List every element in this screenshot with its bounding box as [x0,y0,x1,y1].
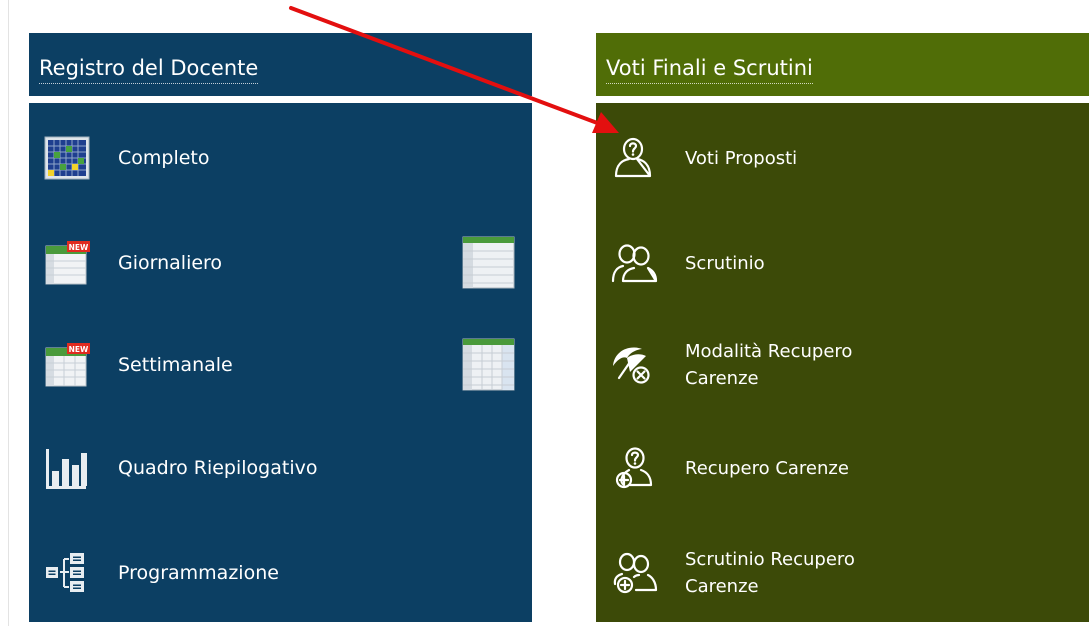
voti-panel-header: Voti Finali e Scrutini [596,33,1089,96]
menu-item-label-line2: Carenze [685,368,759,389]
menu-item-label: Recupero Carenze [685,457,849,479]
left-divider [8,0,9,626]
bar-chart-icon [46,449,87,489]
menu-item-settimanale[interactable]: NEW Settimanale [29,330,532,400]
daily-view-icon[interactable] [462,236,515,289]
menu-item-label-line2: Carenze [685,576,759,597]
menu-item-label: Scrutinio Recupero Carenze [685,538,855,608]
menu-item-programmazione[interactable]: Programmazione [29,538,532,608]
menu-item-label: Quadro Riepilogativo [118,456,318,479]
users-group-icon [611,244,658,283]
svg-text:NEW: NEW [69,345,89,354]
menu-item-label: Voti Proposti [685,147,798,169]
menu-item-label-line1: Modalità Recupero [685,341,853,362]
umbrella-cancel-icon [613,347,650,384]
hierarchy-tree-icon [46,553,84,592]
svg-text:NEW: NEW [69,243,89,252]
voti-menu: Voti Proposti Scrutinio Modalità Recuper… [596,103,1089,622]
menu-item-completo[interactable]: Completo [29,123,532,193]
users-group-add-icon [613,552,658,594]
menu-item-label-line1: Scrutinio Recupero [685,549,855,570]
menu-item-scrutinio-recupero-carenze[interactable]: Scrutinio Recupero Carenze [596,538,1089,608]
new-daily-register-icon: NEW [45,241,90,285]
registro-menu: Completo NEW Giornaliero NEW Settimanale… [29,103,532,622]
menu-item-scrutinio[interactable]: Scrutinio [596,228,1089,298]
registro-panel-title[interactable]: Registro del Docente [39,56,259,84]
menu-item-giornaliero[interactable]: NEW Giornaliero [29,228,532,298]
menu-item-modalita-recupero-carenze[interactable]: Modalità Recupero Carenze [596,330,1089,400]
menu-item-quadro-riepilogativo[interactable]: Quadro Riepilogativo [29,433,532,503]
voti-panel-title[interactable]: Voti Finali e Scrutini [606,56,813,84]
menu-item-label: Settimanale [118,353,233,376]
menu-item-recupero-carenze[interactable]: Recupero Carenze [596,433,1089,503]
menu-item-label: Scrutinio [685,252,765,274]
menu-item-label: Giornaliero [118,251,223,274]
calendar-grid-icon [44,136,90,180]
user-question-icon [614,137,652,178]
registro-panel-header: Registro del Docente [29,33,532,96]
new-weekly-register-icon: NEW [45,343,90,387]
user-question-add-icon [615,447,653,489]
menu-item-label: Programmazione [118,561,279,584]
menu-item-label: Completo [118,146,210,169]
menu-item-voti-proposti[interactable]: Voti Proposti [596,123,1089,193]
menu-item-label: Modalità Recupero Carenze [685,330,852,400]
weekly-view-icon[interactable] [462,338,515,391]
